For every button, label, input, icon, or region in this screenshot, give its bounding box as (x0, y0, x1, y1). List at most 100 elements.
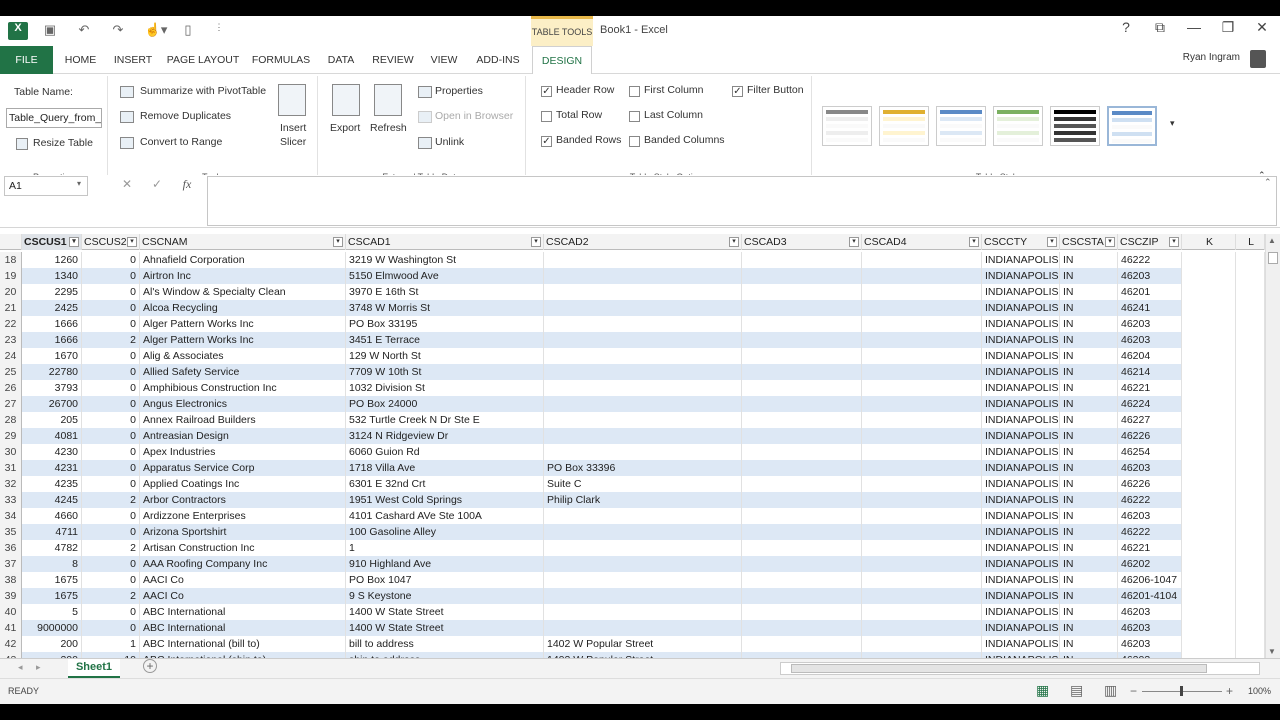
table-cell[interactable]: IN (1060, 396, 1118, 412)
table-cell[interactable] (742, 316, 862, 332)
table-cell[interactable]: Amphibious Construction Inc (140, 380, 346, 396)
table-cell[interactable]: INDIANAPOLIS (982, 572, 1060, 588)
empty-cell[interactable] (1182, 364, 1236, 380)
table-cell[interactable]: INDIANAPOLIS (982, 332, 1060, 348)
table-cell[interactable]: IN (1060, 332, 1118, 348)
properties-button[interactable]: Properties (435, 85, 483, 97)
empty-cell[interactable] (1182, 524, 1236, 540)
table-cell[interactable]: 46224 (1118, 396, 1182, 412)
table-cell[interactable]: 46226 (1118, 476, 1182, 492)
empty-cell[interactable] (1236, 284, 1265, 300)
empty-cell[interactable] (1236, 524, 1265, 540)
table-cell[interactable]: 1675 (22, 588, 82, 604)
table-cell[interactable]: INDIANAPOLIS (982, 316, 1060, 332)
table-cell[interactable]: IN (1060, 284, 1118, 300)
table-cell[interactable]: 46203 (1118, 636, 1182, 652)
tab-add-ins[interactable]: ADD-INS (470, 46, 526, 74)
table-cell[interactable]: 1675 (22, 572, 82, 588)
row-number[interactable]: 32 (0, 476, 22, 492)
horizontal-scrollbar[interactable] (780, 662, 1260, 675)
empty-cell[interactable] (1236, 572, 1265, 588)
table-cell[interactable]: 5 (22, 604, 82, 620)
table-cell[interactable]: 3793 (22, 380, 82, 396)
table-cell[interactable]: ABC International (140, 620, 346, 636)
row-number[interactable]: 26 (0, 380, 22, 396)
empty-cell[interactable] (1182, 604, 1236, 620)
minimize-icon[interactable]: — (1182, 19, 1206, 35)
table-cell[interactable]: 1670 (22, 348, 82, 364)
table-cell[interactable]: 0 (82, 476, 140, 492)
table-cell[interactable]: IN (1060, 300, 1118, 316)
worksheet-grid[interactable]: CSCUS1 ▾ CSCUS2 ▾ CSCNAM ▾ CSCAD1 ▾ CSCAD2 ▾ CSCAD… (0, 234, 1265, 658)
table-cell[interactable]: Ahnafield Corporation (140, 252, 346, 268)
table-cell[interactable] (544, 524, 742, 540)
table-cell[interactable]: 1 (82, 636, 140, 652)
table-cell[interactable]: 1666 (22, 332, 82, 348)
table-cell[interactable]: 9 S Keystone (346, 588, 544, 604)
table-cell[interactable]: 910 Highland Ave (346, 556, 544, 572)
table-cell[interactable] (862, 332, 982, 348)
table-cell[interactable]: INDIANAPOLIS (982, 636, 1060, 652)
empty-cell[interactable] (1182, 572, 1236, 588)
table-cell[interactable] (742, 524, 862, 540)
table-cell[interactable] (862, 444, 982, 460)
row-number[interactable]: 37 (0, 556, 22, 572)
table-cell[interactable]: 22780 (22, 364, 82, 380)
empty-cell[interactable] (1236, 636, 1265, 652)
table-cell[interactable]: 1402 W Popular Street (544, 636, 742, 652)
table-cell[interactable] (862, 268, 982, 284)
table-cell[interactable]: 0 (82, 380, 140, 396)
table-cell[interactable]: 46201 (1118, 284, 1182, 300)
table-cell[interactable]: AACI Co (140, 588, 346, 604)
table-cell[interactable]: Applied Coatings Inc (140, 476, 346, 492)
header-row-checkbox[interactable]: ✓ (541, 86, 552, 97)
table-cell[interactable]: 205 (22, 412, 82, 428)
table-cell[interactable] (742, 444, 862, 460)
table-cell[interactable] (742, 620, 862, 636)
name-box-dropdown-icon[interactable]: ▾ (77, 179, 81, 188)
new-file-icon[interactable]: ▯ (178, 22, 198, 40)
table-cell[interactable] (544, 396, 742, 412)
table-cell[interactable]: 46222 (1118, 524, 1182, 540)
empty-cell[interactable] (1236, 252, 1265, 268)
table-cell[interactable]: INDIANAPOLIS (982, 556, 1060, 572)
table-cell[interactable] (742, 460, 862, 476)
table-cell[interactable]: IN (1060, 492, 1118, 508)
table-cell[interactable]: 46254 (1118, 444, 1182, 460)
row-number[interactable]: 29 (0, 428, 22, 444)
table-cell[interactable]: 46221 (1118, 540, 1182, 556)
table-cell[interactable] (862, 412, 982, 428)
table-cell[interactable] (544, 588, 742, 604)
table-cell[interactable] (862, 492, 982, 508)
table-cell[interactable]: 1 (346, 540, 544, 556)
table-cell[interactable] (742, 396, 862, 412)
table-cell[interactable]: 2 (82, 492, 140, 508)
table-cell[interactable]: 4245 (22, 492, 82, 508)
table-cell[interactable]: INDIANAPOLIS (982, 508, 1060, 524)
table-cell[interactable]: INDIANAPOLIS (982, 588, 1060, 604)
empty-cell[interactable] (1236, 508, 1265, 524)
filter-dropdown-icon[interactable]: ▾ (1105, 237, 1115, 247)
column-header-cscus2[interactable]: CSCUS2 ▾ (82, 234, 140, 250)
empty-cell[interactable] (1236, 348, 1265, 364)
touch-mode-icon[interactable]: ☝▾ (144, 22, 168, 40)
table-cell[interactable]: 46241 (1118, 300, 1182, 316)
table-cell[interactable] (742, 492, 862, 508)
table-style-swatch[interactable] (822, 106, 872, 146)
table-cell[interactable]: 2295 (22, 284, 82, 300)
table-cell[interactable]: 2 (82, 332, 140, 348)
row-number[interactable]: 30 (0, 444, 22, 460)
table-cell[interactable]: 1340 (22, 268, 82, 284)
formula-input[interactable] (207, 176, 1277, 226)
zoom-level[interactable]: 100% (1248, 686, 1271, 696)
table-cell[interactable]: IN (1060, 412, 1118, 428)
row-number[interactable]: 38 (0, 572, 22, 588)
table-cell[interactable]: Alig & Associates (140, 348, 346, 364)
table-cell[interactable] (862, 428, 982, 444)
table-cell[interactable] (862, 396, 982, 412)
table-cell[interactable]: IN (1060, 572, 1118, 588)
table-cell[interactable]: 46203 (1118, 620, 1182, 636)
table-cell[interactable]: 0 (82, 524, 140, 540)
table-cell[interactable]: 100 Gasoline Alley (346, 524, 544, 540)
table-cell[interactable]: 1400 W State Street (346, 604, 544, 620)
